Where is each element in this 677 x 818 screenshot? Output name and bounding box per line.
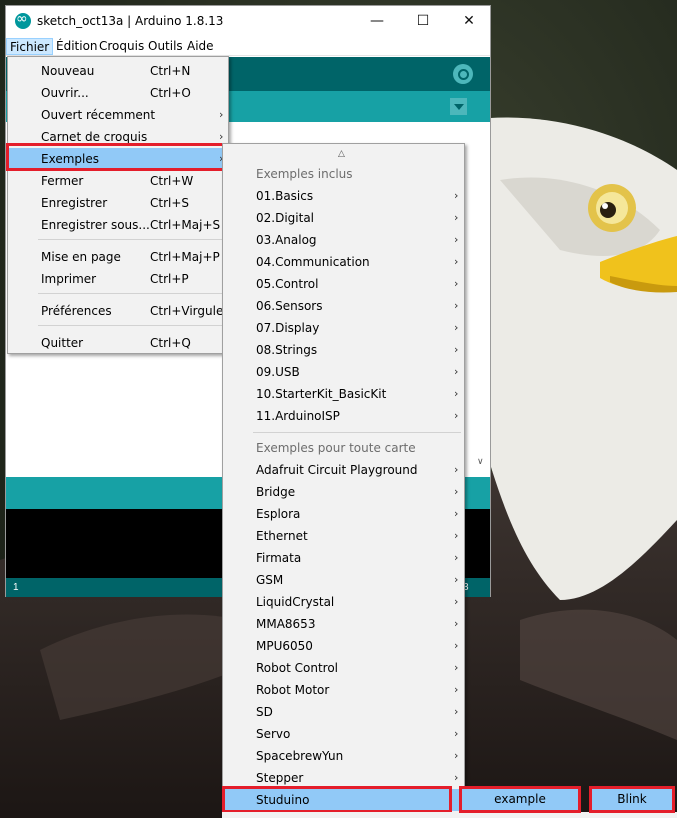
menu-item-mise-en-page[interactable]: Mise en page Ctrl+Maj+P	[9, 246, 227, 268]
menu-item-enregistrer[interactable]: Enregistrer Ctrl+S	[9, 192, 227, 214]
example-mma8653[interactable]: MMA8653 ›	[224, 613, 463, 635]
example-bridge[interactable]: Bridge ›	[224, 481, 463, 503]
example-08-strings[interactable]: 08.Strings ›	[224, 339, 463, 361]
example-01-basics[interactable]: 01.Basics ›	[224, 185, 463, 207]
menu-outils[interactable]: Outils	[145, 38, 186, 55]
serial-monitor-icon[interactable]	[453, 64, 473, 84]
chevron-right-icon: ›	[454, 277, 459, 290]
annotation-highlight-studuino	[222, 786, 452, 813]
menu-bar: Fichier Édition Croquis Outils Aide	[6, 36, 490, 56]
example-09-usb[interactable]: 09.USB ›	[224, 361, 463, 383]
window-title: sketch_oct13a | Arduino 1.8.13	[37, 14, 224, 28]
chevron-right-icon: ›	[454, 771, 459, 784]
chevron-right-icon: ›	[454, 617, 459, 630]
example-robot-motor[interactable]: Robot Motor ›	[224, 679, 463, 701]
section-header-any-board: Exemples pour toute carte	[256, 441, 416, 455]
chevron-right-icon: ›	[454, 343, 459, 356]
examples-menu: △ Exemples inclus 01.Basics › 02.Digital ›…	[222, 143, 465, 818]
arduino-logo-icon	[15, 11, 31, 29]
example-liquidcrystal[interactable]: LiquidCrystal ›	[224, 591, 463, 613]
chevron-right-icon: ›	[219, 108, 224, 121]
example-06-sensors[interactable]: 06.Sensors ›	[224, 295, 463, 317]
example-servo[interactable]: Servo ›	[224, 723, 463, 745]
example-robot-control[interactable]: Robot Control ›	[224, 657, 463, 679]
menu-item-imprimer[interactable]: Imprimer Ctrl+P	[9, 268, 227, 290]
section-header-builtin: Exemples inclus	[256, 167, 353, 181]
example-02-digital[interactable]: 02.Digital ›	[224, 207, 463, 229]
line-number: 1	[13, 582, 19, 593]
menu-separator	[38, 325, 224, 326]
example-04-communication[interactable]: 04.Communication ›	[224, 251, 463, 273]
example-10-starterkit[interactable]: 10.StarterKit_BasicKit ›	[224, 383, 463, 405]
title-bar[interactable]: sketch_oct13a | Arduino 1.8.13 — ☐ ✕	[6, 6, 490, 36]
menu-croquis[interactable]: Croquis	[96, 38, 147, 55]
example-sd[interactable]: SD ›	[224, 701, 463, 723]
example-firmata[interactable]: Firmata ›	[224, 547, 463, 569]
menu-separator	[38, 293, 224, 294]
chevron-right-icon: ›	[454, 233, 459, 246]
chevron-right-icon: ›	[454, 321, 459, 334]
chevron-right-icon: ›	[454, 639, 459, 652]
maximize-button[interactable]: ☐	[400, 6, 446, 36]
chevron-right-icon: ›	[454, 705, 459, 718]
annotation-highlight-exemples	[6, 143, 225, 171]
scroll-down-icon[interactable]: ∨	[477, 456, 484, 467]
example-ethernet[interactable]: Ethernet ›	[224, 525, 463, 547]
chevron-right-icon: ›	[454, 507, 459, 520]
chevron-right-icon: ›	[454, 661, 459, 674]
chevron-right-icon: ›	[454, 485, 459, 498]
example-spacebrewyun[interactable]: SpacebrewYun ›	[224, 745, 463, 767]
example-esplora[interactable]: Esplora ›	[224, 503, 463, 525]
example-mpu6050[interactable]: MPU6050 ›	[224, 635, 463, 657]
menu-item-preferences[interactable]: Préférences Ctrl+Virgule	[9, 300, 227, 322]
submenu-item-blink[interactable]: Blink	[589, 786, 675, 813]
example-gsm[interactable]: GSM ›	[224, 569, 463, 591]
chevron-right-icon: ›	[454, 595, 459, 608]
close-button[interactable]: ✕	[446, 6, 492, 36]
menu-fichier[interactable]: Fichier	[6, 38, 54, 55]
tab-menu-dropdown-icon[interactable]	[450, 98, 467, 115]
chevron-right-icon: ›	[454, 211, 459, 224]
chevron-right-icon: ›	[454, 727, 459, 740]
menu-item-enregistrer-sous[interactable]: Enregistrer sous... Ctrl+Maj+S	[9, 214, 227, 236]
chevron-right-icon: ›	[454, 463, 459, 476]
chevron-right-icon: ›	[454, 255, 459, 268]
menu-item-fermer[interactable]: Fermer Ctrl+W	[9, 170, 227, 192]
example-07-display[interactable]: 07.Display ›	[224, 317, 463, 339]
chevron-right-icon: ›	[454, 573, 459, 586]
chevron-right-icon: ›	[454, 551, 459, 564]
menu-item-ouvrir[interactable]: Ouvrir... Ctrl+O	[9, 82, 227, 104]
menu-separator	[253, 432, 461, 433]
chevron-right-icon: ›	[454, 365, 459, 378]
menu-edition[interactable]: Édition	[53, 38, 101, 55]
chevron-right-icon: ›	[454, 387, 459, 400]
submenu-item-example[interactable]: example	[459, 786, 581, 813]
menu-item-nouveau[interactable]: Nouveau Ctrl+N	[9, 60, 227, 82]
example-11-arduinoisp[interactable]: 11.ArduinoISP ›	[224, 405, 463, 427]
menu-aide[interactable]: Aide	[184, 38, 217, 55]
chevron-right-icon: ›	[454, 299, 459, 312]
minimize-button[interactable]: —	[354, 6, 400, 36]
chevron-right-icon: ›	[454, 189, 459, 202]
example-05-control[interactable]: 05.Control ›	[224, 273, 463, 295]
menu-item-ouvert-recemment[interactable]: Ouvert récemment ›	[9, 104, 227, 126]
example-adafruit-circuit-playground[interactable]: Adafruit Circuit Playground ›	[224, 459, 463, 481]
chevron-right-icon: ›	[454, 409, 459, 422]
example-03-analog[interactable]: 03.Analog ›	[224, 229, 463, 251]
scroll-up-icon[interactable]: △	[338, 149, 345, 159]
chevron-right-icon: ›	[454, 683, 459, 696]
menu-item-quitter[interactable]: Quitter Ctrl+Q	[9, 332, 227, 354]
chevron-right-icon: ›	[454, 529, 459, 542]
menu-separator	[38, 239, 224, 240]
chevron-right-icon: ›	[454, 749, 459, 762]
fichier-menu: Nouveau Ctrl+N Ouvrir... Ctrl+O Ouvert réc…	[7, 56, 229, 354]
